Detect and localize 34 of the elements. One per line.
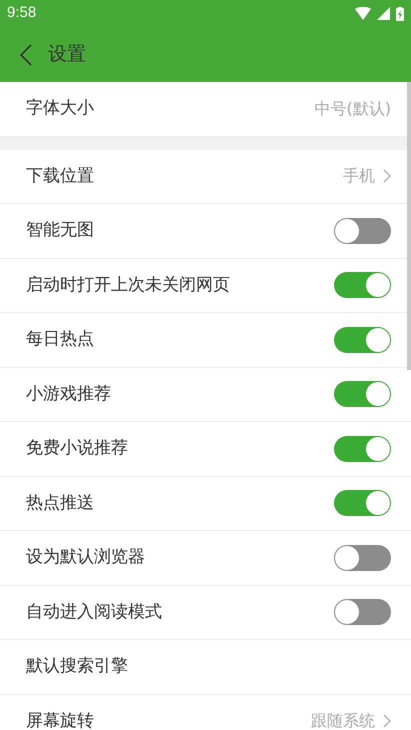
row-label: 小游戏推荐 xyxy=(26,382,111,406)
chevron-right-icon xyxy=(383,714,391,728)
row-value: 手机 xyxy=(343,165,375,188)
row-value: 跟随系统 xyxy=(311,710,375,730)
toggle-switch[interactable] xyxy=(334,599,391,626)
toggle-switch[interactable] xyxy=(334,381,391,408)
header-title: 设置 xyxy=(48,42,86,68)
toggle-switch[interactable] xyxy=(334,490,391,516)
settings-row[interactable]: 自动进入阅读模式 xyxy=(0,586,411,640)
battery-icon xyxy=(396,6,404,20)
wifi-icon xyxy=(355,7,371,20)
row-value: 中号(默认) xyxy=(314,98,391,120)
status-time: 9:58 xyxy=(7,3,36,24)
row-label: 热点推送 xyxy=(26,492,94,514)
row-label: 智能无图 xyxy=(26,219,94,242)
toggle-switch[interactable] xyxy=(334,272,391,298)
toggle-switch[interactable] xyxy=(334,326,391,353)
toggle-switch[interactable] xyxy=(334,218,391,244)
row-label: 下载位置 xyxy=(26,164,94,188)
signal-icon xyxy=(377,7,390,20)
settings-row[interactable]: 小游戏推荐 xyxy=(0,368,411,422)
row-label: 屏幕旋转 xyxy=(26,710,94,730)
settings-row[interactable]: 热点推送 xyxy=(0,476,411,531)
row-label: 自动进入阅读模式 xyxy=(26,600,162,624)
chevron-right-icon xyxy=(383,169,391,184)
row-label: 免费小说推荐 xyxy=(26,437,128,460)
row-label: 默认搜索引擎 xyxy=(26,655,128,678)
row-label: 设为默认浏览器 xyxy=(26,546,145,569)
toggle-switch[interactable] xyxy=(334,436,391,462)
row-label: 字体大小 xyxy=(26,97,94,120)
row-label: 每日热点 xyxy=(26,328,94,351)
row-label: 启动时打开上次未关闭网页 xyxy=(26,274,230,296)
toggle-switch[interactable] xyxy=(334,544,391,571)
settings-row[interactable]: 屏幕旋转 跟随系统 xyxy=(0,694,411,730)
